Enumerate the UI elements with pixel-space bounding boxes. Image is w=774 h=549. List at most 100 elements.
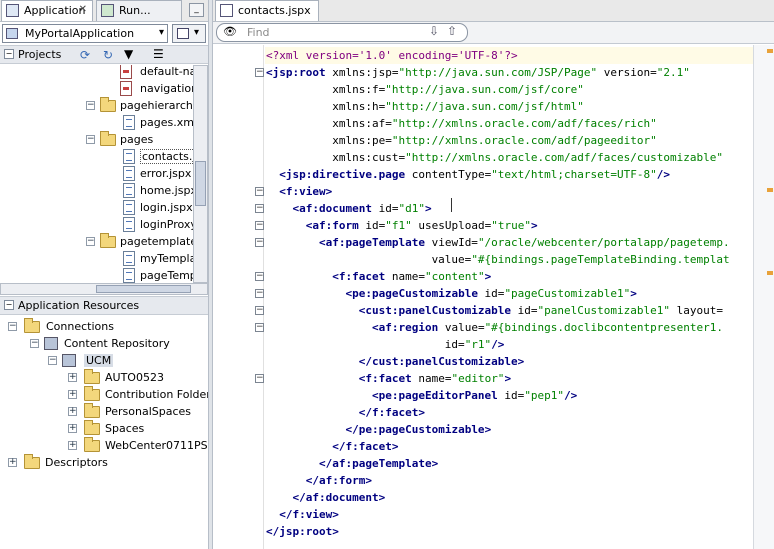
- tree-item[interactable]: pages.xml: [120, 114, 193, 131]
- fold-marker-icon[interactable]: −: [255, 323, 264, 332]
- filter-icon[interactable]: ▼: [124, 47, 133, 61]
- tree-folder[interactable]: − pages: [86, 131, 153, 148]
- expand-icon[interactable]: +: [8, 458, 17, 467]
- tree-item-selected[interactable]: − UCM: [48, 352, 114, 369]
- fold-marker-icon[interactable]: −: [255, 238, 264, 247]
- projects-header[interactable]: − Projects ⟳ ↻ ▼ ☰: [0, 45, 208, 64]
- find-previous-icon[interactable]: ⇧: [447, 24, 457, 38]
- app-selector[interactable]: MyPortalApplication ▾: [2, 24, 168, 43]
- tree-item[interactable]: myTemplat: [120, 250, 193, 267]
- tab-contacts-jspx[interactable]: contacts.jspx: [215, 0, 319, 21]
- overview-ruler[interactable]: [753, 45, 774, 549]
- tree-item[interactable]: default-na: [120, 65, 193, 80]
- fold-marker-icon[interactable]: −: [255, 204, 264, 213]
- folder-icon: [24, 454, 40, 469]
- tree-folder[interactable]: + Descriptors: [8, 454, 108, 471]
- tree-folder[interactable]: + Spaces: [68, 420, 144, 437]
- fold-marker-icon[interactable]: −: [255, 221, 264, 230]
- projects-hscrollbar[interactable]: [0, 283, 208, 295]
- tree-item[interactable]: home.jspx: [120, 182, 193, 199]
- expand-icon[interactable]: +: [68, 407, 77, 416]
- collapse-icon[interactable]: −: [86, 237, 95, 246]
- app-icon: [6, 28, 18, 39]
- projects-scrollbar[interactable]: [193, 65, 208, 283]
- sync-icon[interactable]: ⟳: [80, 48, 90, 62]
- fold-marker-icon[interactable]: −: [255, 306, 264, 315]
- app-menu-button[interactable]: ▾: [172, 24, 206, 43]
- tree-item-label: Content Repository: [64, 337, 170, 350]
- tree-folder[interactable]: − pagetemplates: [86, 233, 193, 250]
- tree-item[interactable]: pageTempl: [120, 267, 193, 283]
- fold-marker-icon[interactable]: −: [255, 68, 264, 77]
- tree-item-label: Descriptors: [45, 456, 108, 469]
- warning-marker[interactable]: [767, 49, 773, 53]
- tree-item-selected[interactable]: contacts.js: [120, 148, 193, 165]
- expand-icon[interactable]: +: [68, 373, 77, 382]
- code-line: <jsp:directive.page contentType="text/ht…: [279, 168, 671, 181]
- tree-folder[interactable]: + PersonalSpaces: [68, 403, 191, 420]
- collapse-icon[interactable]: −: [30, 339, 39, 348]
- tree-item[interactable]: navigation-: [120, 80, 193, 97]
- tab-application[interactable]: Application ✕: [1, 0, 93, 21]
- tab-run-label: Run...: [119, 4, 151, 17]
- expand-icon[interactable]: +: [68, 424, 77, 433]
- sort-icon[interactable]: ☰: [153, 47, 164, 61]
- tree-item-label: navigation-: [140, 82, 193, 95]
- tab-run[interactable]: Run...: [96, 0, 182, 21]
- tree-item-label: home.jspx: [140, 184, 193, 197]
- chevron-down-icon: ▾: [194, 27, 200, 38]
- tree-folder[interactable]: − Connections: [8, 318, 114, 335]
- tree-item-label: AUTO0523: [105, 371, 164, 384]
- refresh-icon[interactable]: ↻: [103, 48, 113, 62]
- collapse-icon[interactable]: −: [4, 49, 14, 59]
- fold-marker-icon[interactable]: −: [255, 272, 264, 281]
- tree-item[interactable]: loginProxy.: [120, 216, 193, 233]
- collapse-icon[interactable]: −: [8, 322, 17, 331]
- xml-file-icon: [120, 81, 132, 96]
- collapse-icon[interactable]: −: [86, 101, 95, 110]
- file-icon: [123, 200, 135, 215]
- tree-folder[interactable]: + Contribution Folders: [68, 386, 217, 403]
- find-bar: 👁 Find ⇩ ⇧: [213, 22, 774, 44]
- folder-icon: [84, 420, 100, 435]
- minimize-button[interactable]: _: [189, 3, 204, 17]
- collapse-icon[interactable]: −: [86, 135, 95, 144]
- expand-icon[interactable]: +: [68, 441, 77, 450]
- scrollbar-thumb[interactable]: [96, 285, 191, 293]
- warning-marker[interactable]: [767, 271, 773, 275]
- fold-marker-icon[interactable]: −: [255, 374, 264, 383]
- fold-marker-icon[interactable]: −: [255, 289, 264, 298]
- folder-icon: [100, 233, 116, 248]
- tree-folder[interactable]: + AUTO0523: [68, 369, 164, 386]
- tree-item-label: Connections: [46, 320, 114, 333]
- folder-icon: [84, 386, 100, 401]
- code-line: </af:form>: [305, 474, 372, 487]
- code-line: </f:facet>: [358, 406, 425, 419]
- tab-application-label: Application: [24, 4, 86, 17]
- collapse-icon[interactable]: −: [48, 356, 57, 365]
- code-line: <jsp:root xmlns:jsp="http://java.sun.com…: [266, 66, 690, 79]
- search-placeholder: Find: [247, 26, 270, 39]
- scrollbar-thumb[interactable]: [195, 161, 206, 206]
- folder-icon: [84, 369, 100, 384]
- warning-marker[interactable]: [767, 188, 773, 192]
- tree-folder[interactable]: + WebCenter0711PS5: [68, 437, 215, 454]
- tree-folder[interactable]: − pagehierarchy: [86, 97, 193, 114]
- repository-icon: [62, 354, 76, 367]
- code-line: </jsp:root>: [266, 525, 339, 538]
- resources-header[interactable]: − Application Resources: [0, 296, 208, 315]
- file-icon: [123, 217, 135, 232]
- find-next-icon[interactable]: ⇩: [429, 24, 439, 38]
- collapse-icon[interactable]: −: [4, 300, 14, 310]
- search-input[interactable]: 👁 Find ⇩ ⇧: [216, 23, 468, 42]
- tree-item[interactable]: error.jspx: [120, 165, 191, 182]
- app-menu-icon: [177, 28, 189, 39]
- code-line: <af:pageTemplate viewId="/oracle/webcent…: [318, 236, 730, 249]
- close-icon[interactable]: ✕: [79, 4, 87, 15]
- tree-item[interactable]: login.jspx: [120, 199, 193, 216]
- fold-marker-icon[interactable]: −: [255, 187, 264, 196]
- expand-icon[interactable]: +: [68, 390, 77, 399]
- binoculars-icon[interactable]: 👁: [223, 25, 237, 38]
- resources-tree: − Connections − Content Repository − UCM + A…: [0, 318, 217, 478]
- tree-item[interactable]: − Content Repository: [30, 335, 170, 352]
